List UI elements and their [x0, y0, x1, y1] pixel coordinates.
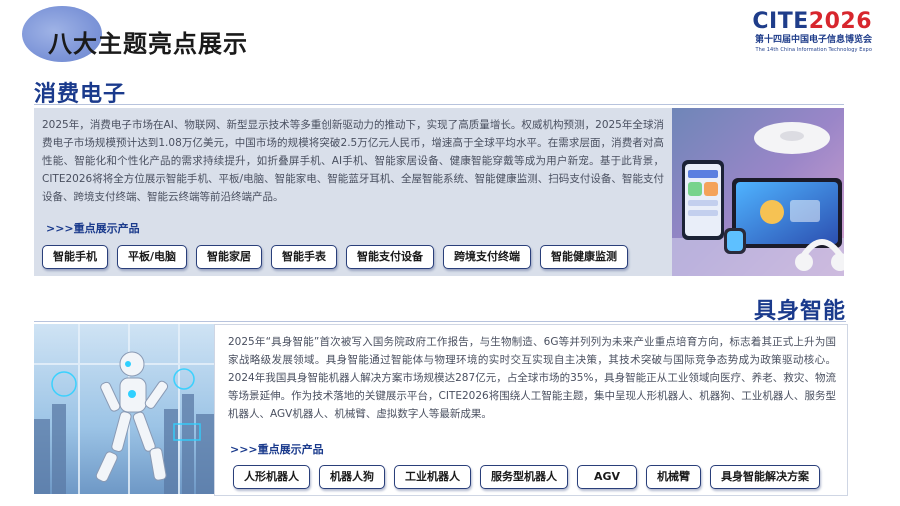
embodied-ai-image	[34, 324, 214, 494]
consumer-electronics-image	[672, 108, 844, 276]
tag-smartwatch[interactable]: 智能手表	[271, 245, 338, 269]
tag-industrial-robot[interactable]: 工业机器人	[394, 465, 471, 489]
logo-chinese-name: 第十四届中国电子信息博览会	[754, 35, 872, 45]
cite-logo: CITE2026 第十四届中国电子信息博览会 The 14th China In…	[752, 10, 872, 54]
tag-cross-border-payment-terminal[interactable]: 跨境支付终端	[443, 245, 532, 269]
logo-english-name: The 14th China Information Technology Ex…	[755, 47, 872, 53]
tag-agv[interactable]: AGV	[577, 465, 638, 489]
embodied-ai-tags: 人形机器人 机器人狗 工业机器人 服务型机器人 AGV 机械臂 具身智能解决方案	[233, 465, 821, 489]
key-products-label: >>>重点展示产品	[230, 443, 324, 456]
key-products-label: >>>重点展示产品	[46, 222, 140, 235]
tag-smartphone[interactable]: 智能手机	[42, 245, 108, 269]
tag-smart-home[interactable]: 智能家居	[196, 245, 263, 269]
tag-embodied-ai-solution[interactable]: 具身智能解决方案	[710, 465, 821, 489]
tag-smart-health-monitoring[interactable]: 智能健康监测	[540, 245, 629, 269]
tag-smart-payment-device[interactable]: 智能支付设备	[346, 245, 435, 269]
tag-robotic-arm[interactable]: 机械臂	[646, 465, 702, 489]
section-divider	[34, 104, 844, 105]
tag-humanoid-robot[interactable]: 人形机器人	[233, 465, 310, 489]
logo-wordmark: CITE2026	[752, 10, 872, 34]
tag-robot-dog[interactable]: 机器人狗	[319, 465, 385, 489]
tag-tablet-pc[interactable]: 平板/电脑	[117, 245, 188, 269]
consumer-electronics-paragraph: 2025年，消费电子市场在AI、物联网、新型显示技术等多重创新驱动力的推动下，实…	[42, 119, 664, 203]
consumer-electronics-tags: 智能手机 平板/电脑 智能家居 智能手表 智能支付设备 跨境支付终端 智能健康监…	[42, 245, 629, 269]
embodied-ai-paragraph: 2025年“具身智能”首次被写入国务院政府工作报告，与生物制造、6G等并列列为未…	[228, 336, 836, 420]
logo-cite: CITE	[752, 9, 809, 34]
logo-year: 2026	[808, 9, 872, 34]
section-divider	[34, 321, 846, 322]
tag-service-robot[interactable]: 服务型机器人	[480, 465, 568, 489]
page-title: 八大主题亮点展示	[48, 30, 248, 58]
